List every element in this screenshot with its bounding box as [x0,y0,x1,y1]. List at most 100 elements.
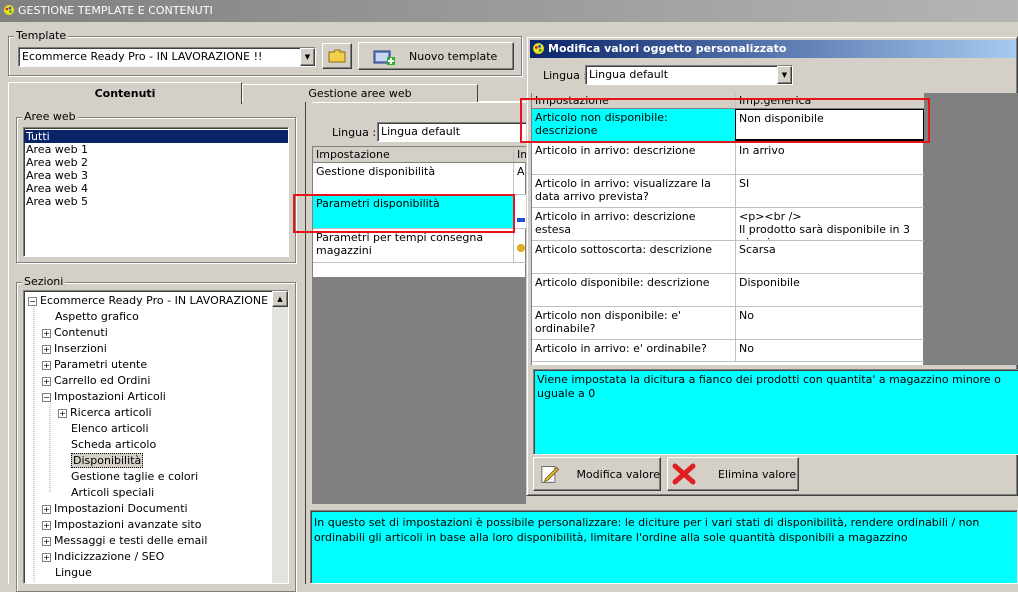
tree-item[interactable]: + Impostazioni avanzate sito [42,517,201,533]
tree-item-label: Inserzioni [54,342,107,355]
grid-cell-label: Parametri per tempi consegna magazzini [316,231,484,257]
tree-item[interactable]: + Messaggi e testi delle email [42,533,207,549]
table-row[interactable]: Parametri per tempi consegna magazzini [313,229,527,263]
scroll-up-icon[interactable]: ▲ [272,291,288,307]
table-row[interactable]: Articolo in arrivo: descrizione In arrivo [532,142,924,175]
grid-cell-value [513,195,527,228]
tree-item[interactable]: Elenco articoli [58,421,149,437]
dialog-cell-label: Articolo in arrivo: visualizzare la data… [535,177,711,203]
tree-item[interactable]: + Parametri utente [42,357,147,373]
edit-values-dialog: Modifica valori oggetto personalizzato L… [520,36,1018,496]
sezioni-tree[interactable]: − Ecommerce Ready Pro - IN LAVORAZIONE !!… [23,290,289,584]
tree-scrollbar[interactable]: ▲ [272,291,288,583]
tree-item[interactable]: Disponibilità [58,453,144,469]
dialog-cell-value[interactable]: Scarsa [735,241,924,273]
tree-item[interactable]: Scheda articolo [58,437,156,453]
template-group-label: Template [14,29,69,42]
tree-item-label: Messaggi e testi delle email [54,534,208,547]
tree-item[interactable]: + Carrello ed Ordini [42,373,150,389]
tree-item-label: Impostazioni Articoli [54,390,166,403]
chevron-down-icon[interactable]: ▼ [300,48,315,66]
edit-icon [541,466,560,483]
template-combo[interactable]: Ecommerce Ready Pro - IN LAVORAZIONE !! … [18,47,316,67]
dialog-titlebar: Modifica valori oggetto personalizzato [530,40,1016,58]
dialog-cell-value[interactable]: No [735,340,924,361]
collapse-minus-icon[interactable]: − [42,392,51,402]
window-title: GESTIONE TEMPLATE E CONTENUTI [18,4,213,17]
table-row[interactable]: Articolo in arrivo: visualizzare la data… [532,175,924,208]
tree-item-label: Disponibilità [71,453,144,468]
dialog-cell-label: Articolo non disponibile: e' ordinabile? [535,309,682,335]
dialog-cell-label: Articolo in arrivo: e' ordinabile? [535,342,707,355]
value-indicator [517,218,525,222]
lingua-combo[interactable]: Lingua default [377,122,527,142]
tree-item-label: Articoli speciali [71,486,155,499]
tree-item-label: Scheda articolo [71,438,157,451]
list-item[interactable]: Area web 1 [24,143,288,156]
dialog-annotation-highlight [520,98,930,143]
tree-item[interactable]: Lingue [42,565,92,581]
aree-web-label: Aree web [22,110,78,123]
tree-item[interactable]: − Impostazioni Articoli [42,389,166,405]
main-description: In questo set di impostazioni è possibil… [310,510,1018,584]
delete-value-button[interactable]: Elimina valore [667,457,799,491]
tree-item[interactable]: + Ricerca articoli [58,405,152,421]
dialog-cell-value[interactable]: SI [735,175,924,207]
open-folder-button[interactable] [322,43,352,69]
dialog-cell-value[interactable]: Disponibile [735,274,924,306]
dialog-cell-label: Articolo in arrivo: descrizione estesa [535,210,696,236]
dialog-cell-value[interactable]: No [735,307,924,339]
expand-plus-icon[interactable]: + [42,344,51,354]
tree-item-label: Carrello ed Ordini [54,374,151,387]
collapse-minus-icon[interactable]: − [28,296,37,306]
dialog-lingua-label: Lingua : [543,69,588,82]
tree-item[interactable]: Gestione taglie e colori [58,469,198,485]
expand-plus-icon[interactable]: + [42,504,51,514]
value-icon [517,244,525,252]
tree-item[interactable]: + Inserzioni [42,341,107,357]
tree-item[interactable]: + Indicizzazione / SEO [42,549,164,565]
dialog-lingua-combo[interactable]: Lingua default ▼ [585,65,793,85]
tab-contenuti[interactable]: Contenuti [8,82,242,104]
table-row[interactable]: Articolo disponibile: descrizione Disponi… [532,274,924,307]
expand-plus-icon[interactable]: + [42,552,51,562]
aree-web-list[interactable]: Tutti Area web 1 Area web 2 Area web 3 A… [23,127,289,257]
tree-item[interactable]: Aspetto grafico [42,309,139,325]
chevron-down-icon[interactable]: ▼ [777,66,792,84]
expand-plus-icon[interactable]: + [42,328,51,338]
tab-gestione-aree-web[interactable]: Gestione aree web [242,84,478,102]
tree-item-label: Parametri utente [54,358,148,371]
tree-item[interactable]: + Impostazioni Documenti [42,501,188,517]
expand-plus-icon[interactable]: + [42,360,51,370]
grid-cell-value: A [513,163,527,194]
tree-item-label: Ricerca articoli [70,406,152,419]
modify-value-label: Modifica valore [576,467,660,481]
dialog-cell-value[interactable]: <p><br /> Il prodotto sarà disponibile i… [735,208,924,240]
table-row[interactable]: Gestione disponibilità A [313,163,527,195]
list-item[interactable]: Area web 5 [24,195,288,208]
tree-item[interactable]: Articoli speciali [58,485,154,501]
expand-plus-icon[interactable]: + [58,408,67,418]
table-row[interactable]: Articolo in arrivo: descrizione estesa <p… [532,208,924,241]
expand-plus-icon[interactable]: + [42,520,51,530]
expand-plus-icon[interactable]: + [42,376,51,386]
annotation-highlight [293,194,515,233]
expand-plus-icon[interactable]: + [42,536,51,546]
table-row[interactable]: Articolo in arrivo: e' ordinabile? No [532,340,924,362]
table-row[interactable]: Articolo sottoscorta: descrizione Scarsa [532,241,924,274]
dialog-cell-value[interactable]: In arrivo [735,142,924,174]
dialog-title: Modifica valori oggetto personalizzato [548,42,787,55]
sezioni-label: Sezioni [22,275,66,288]
new-template-button[interactable]: Nuovo template [358,42,514,70]
list-item[interactable]: Area web 2 [24,156,288,169]
table-row[interactable]: Articolo non disponibile: e' ordinabile?… [532,307,924,340]
modify-value-button[interactable]: Modifica valore [533,457,661,491]
list-item[interactable]: Area web 3 [24,169,288,182]
tree-item-label: Elenco articoli [71,422,149,435]
tab-contenuti-label: Contenuti [94,87,156,100]
tree-item[interactable]: + Contenuti [42,325,108,341]
tree-item[interactable]: − Ecommerce Ready Pro - IN LAVORAZIONE !! [28,293,280,309]
template-combo-value: Ecommerce Ready Pro - IN LAVORAZIONE !! [22,50,263,63]
list-item[interactable]: Area web 4 [24,182,288,195]
list-item[interactable]: Tutti [24,130,288,143]
